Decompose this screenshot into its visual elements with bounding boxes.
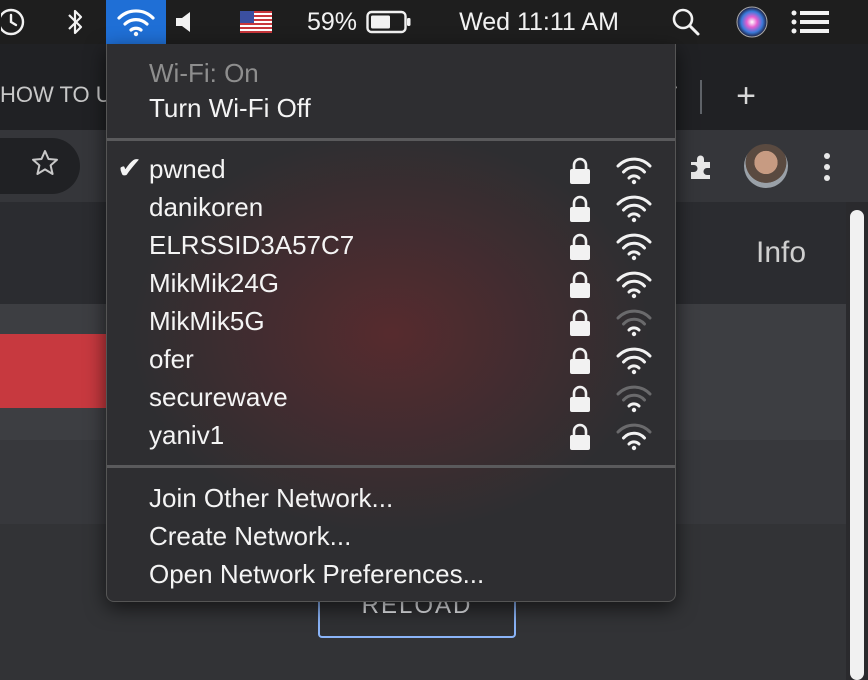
battery-icon[interactable] (364, 0, 414, 44)
avatar[interactable] (744, 144, 788, 188)
clock[interactable]: Wed 11:11 AM (446, 0, 632, 44)
create-network-item[interactable]: Create Network... (149, 520, 351, 552)
open-network-preferences-item[interactable]: Open Network Preferences... (149, 558, 484, 590)
wifi-signal-icon (616, 195, 652, 223)
wifi-signal-icon (616, 347, 652, 375)
network-item[interactable]: danikoren (107, 190, 675, 228)
volume-icon[interactable] (172, 0, 198, 44)
network-item[interactable]: MikMik5G (107, 304, 675, 342)
battery-percent-label: 59% (306, 7, 358, 36)
siri-icon[interactable] (734, 0, 770, 44)
network-name: yaniv1 (149, 420, 225, 450)
network-item[interactable]: ✔ pwned (107, 152, 675, 190)
us-flag-icon[interactable] (238, 0, 274, 44)
wifi-signal-icon (616, 271, 652, 299)
turn-wifi-off-item[interactable]: Turn Wi-Fi Off (149, 92, 311, 124)
lock-icon (570, 309, 590, 336)
tab-divider (700, 80, 702, 114)
network-name: MikMik24G (149, 268, 280, 298)
bluetooth-icon[interactable] (60, 0, 90, 44)
wifi-signal-icon (616, 385, 652, 413)
spotlight-search-icon[interactable] (668, 0, 704, 44)
lock-icon (570, 385, 590, 412)
network-name: ELRSSID3A57C7 (149, 230, 355, 260)
lock-icon (570, 233, 590, 260)
network-name: danikoren (149, 192, 264, 222)
more-menu-icon[interactable] (820, 150, 834, 184)
menu-separator (107, 465, 675, 468)
wifi-signal-icon (616, 157, 652, 185)
extensions-icon[interactable] (686, 150, 718, 190)
lock-icon (570, 347, 590, 374)
network-name: pwned (149, 154, 226, 184)
tab-title[interactable]: HOW TO U (0, 82, 112, 108)
wifi-signal-icon (616, 423, 652, 451)
network-name: MikMik5G (149, 306, 265, 336)
wifi-signal-icon (616, 233, 652, 261)
menu-separator (107, 138, 675, 141)
network-item[interactable]: securewave (107, 380, 675, 418)
info-tab[interactable]: Info (756, 236, 806, 270)
wifi-icon[interactable] (106, 0, 166, 44)
network-name: ofer (149, 344, 194, 374)
wifi-status: Wi-Fi: On (149, 58, 259, 88)
battery-percent: 59% (304, 0, 360, 44)
red-banner (0, 334, 110, 408)
join-other-network-item[interactable]: Join Other Network... (149, 482, 393, 514)
network-item[interactable]: MikMik24G (107, 266, 675, 304)
clock-label: Wed 11:11 AM (459, 7, 619, 36)
star-icon[interactable] (30, 148, 60, 185)
network-name: securewave (149, 382, 288, 412)
scrollbar-thumb[interactable] (850, 210, 864, 680)
checkmark-icon: ✔ (117, 152, 143, 185)
new-tab-button[interactable]: + (728, 76, 764, 116)
lock-icon (570, 157, 590, 184)
network-item[interactable]: ofer (107, 342, 675, 380)
wifi-signal-icon (616, 309, 652, 337)
network-item[interactable]: ELRSSID3A57C7 (107, 228, 675, 266)
lock-icon (570, 423, 590, 450)
network-item[interactable]: yaniv1 (107, 418, 675, 456)
lock-icon (570, 195, 590, 222)
notification-center-icon[interactable] (790, 0, 830, 44)
menu-bar: 59% Wed 11:11 AM (0, 0, 868, 44)
lock-icon (570, 271, 590, 298)
wifi-menu: Wi-Fi: On Turn Wi-Fi Off ✔ pwned danikoren… (106, 44, 676, 602)
time-machine-icon[interactable] (0, 0, 30, 44)
